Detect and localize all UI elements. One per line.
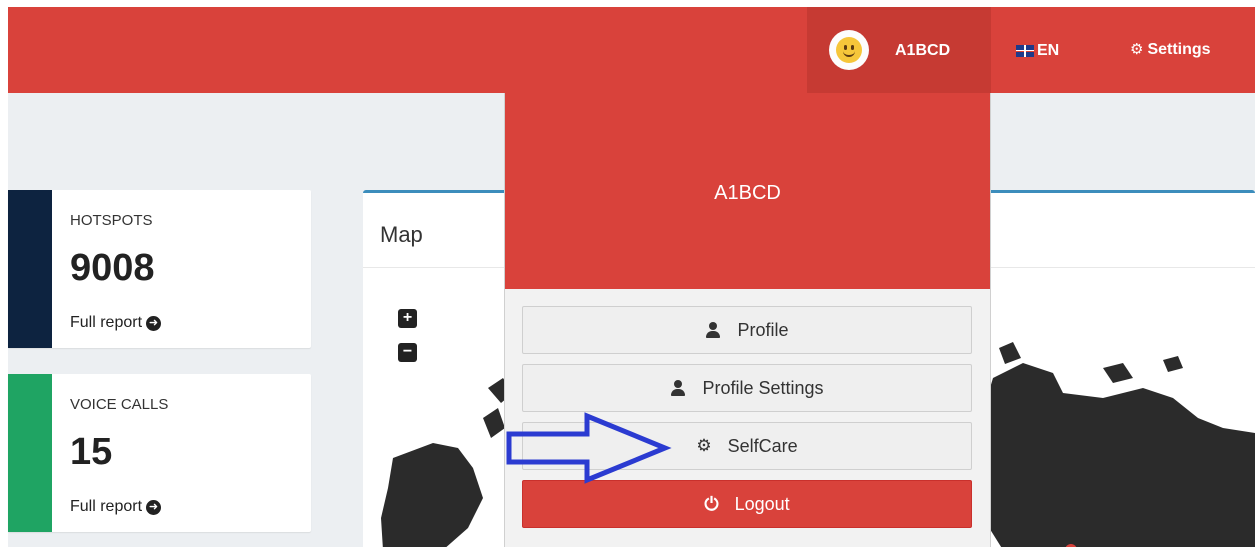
- card-value: 9008: [70, 247, 155, 289]
- uk-flag-icon: [1016, 45, 1034, 57]
- card-color-strip: [8, 374, 52, 532]
- full-report-label: Full report: [70, 314, 143, 331]
- settings-link[interactable]: ⚙ Settings: [1130, 41, 1211, 59]
- gear-icon: ⚙: [696, 436, 712, 455]
- card-value: 15: [70, 431, 113, 473]
- stat-card-hotspots: HOTSPOTS 9008 Full report ➜: [8, 190, 311, 348]
- top-navbar: [8, 7, 1255, 93]
- settings-label: Settings: [1147, 41, 1211, 58]
- screen: A1BCD EN ⚙ Settings HOTSPOTS 9008 Full r…: [0, 0, 1255, 547]
- user-header: A1BCD: [505, 93, 990, 289]
- avatar-smiley-icon[interactable]: [829, 30, 869, 70]
- pointer-arrow-icon: [506, 412, 672, 484]
- arrow-circle-right-icon: ➜: [146, 499, 162, 515]
- arrow-circle-right-icon: ➜: [146, 315, 162, 331]
- user-icon: [705, 322, 721, 338]
- profile-settings-button[interactable]: Profile Settings: [522, 364, 972, 412]
- language-selector[interactable]: EN: [1016, 42, 1059, 60]
- selfcare-label: SelfCare: [727, 435, 798, 456]
- language-label: EN: [1037, 42, 1060, 59]
- map-title: Map: [380, 222, 423, 247]
- logout-label: Logout: [734, 493, 790, 514]
- stat-card-voice-calls: VOICE CALLS 15 Full report ➜: [8, 374, 311, 532]
- full-report-link[interactable]: Full report ➜: [70, 314, 162, 332]
- power-icon: ⏻: [704, 494, 719, 514]
- profile-settings-label: Profile Settings: [702, 377, 824, 398]
- profile-label: Profile: [737, 319, 789, 340]
- full-report-label: Full report: [70, 498, 143, 515]
- full-report-link[interactable]: Full report ➜: [70, 498, 162, 516]
- card-color-strip: [8, 190, 52, 348]
- gears-icon: ⚙: [1130, 41, 1144, 58]
- card-title: HOTSPOTS: [70, 212, 153, 229]
- username-label[interactable]: A1BCD: [895, 42, 950, 60]
- user-icon: [670, 380, 686, 396]
- profile-button[interactable]: Profile: [522, 306, 972, 354]
- logout-button[interactable]: ⏻ Logout: [522, 480, 972, 528]
- dropdown-username: A1BCD: [714, 181, 781, 204]
- card-title: VOICE CALLS: [70, 396, 169, 413]
